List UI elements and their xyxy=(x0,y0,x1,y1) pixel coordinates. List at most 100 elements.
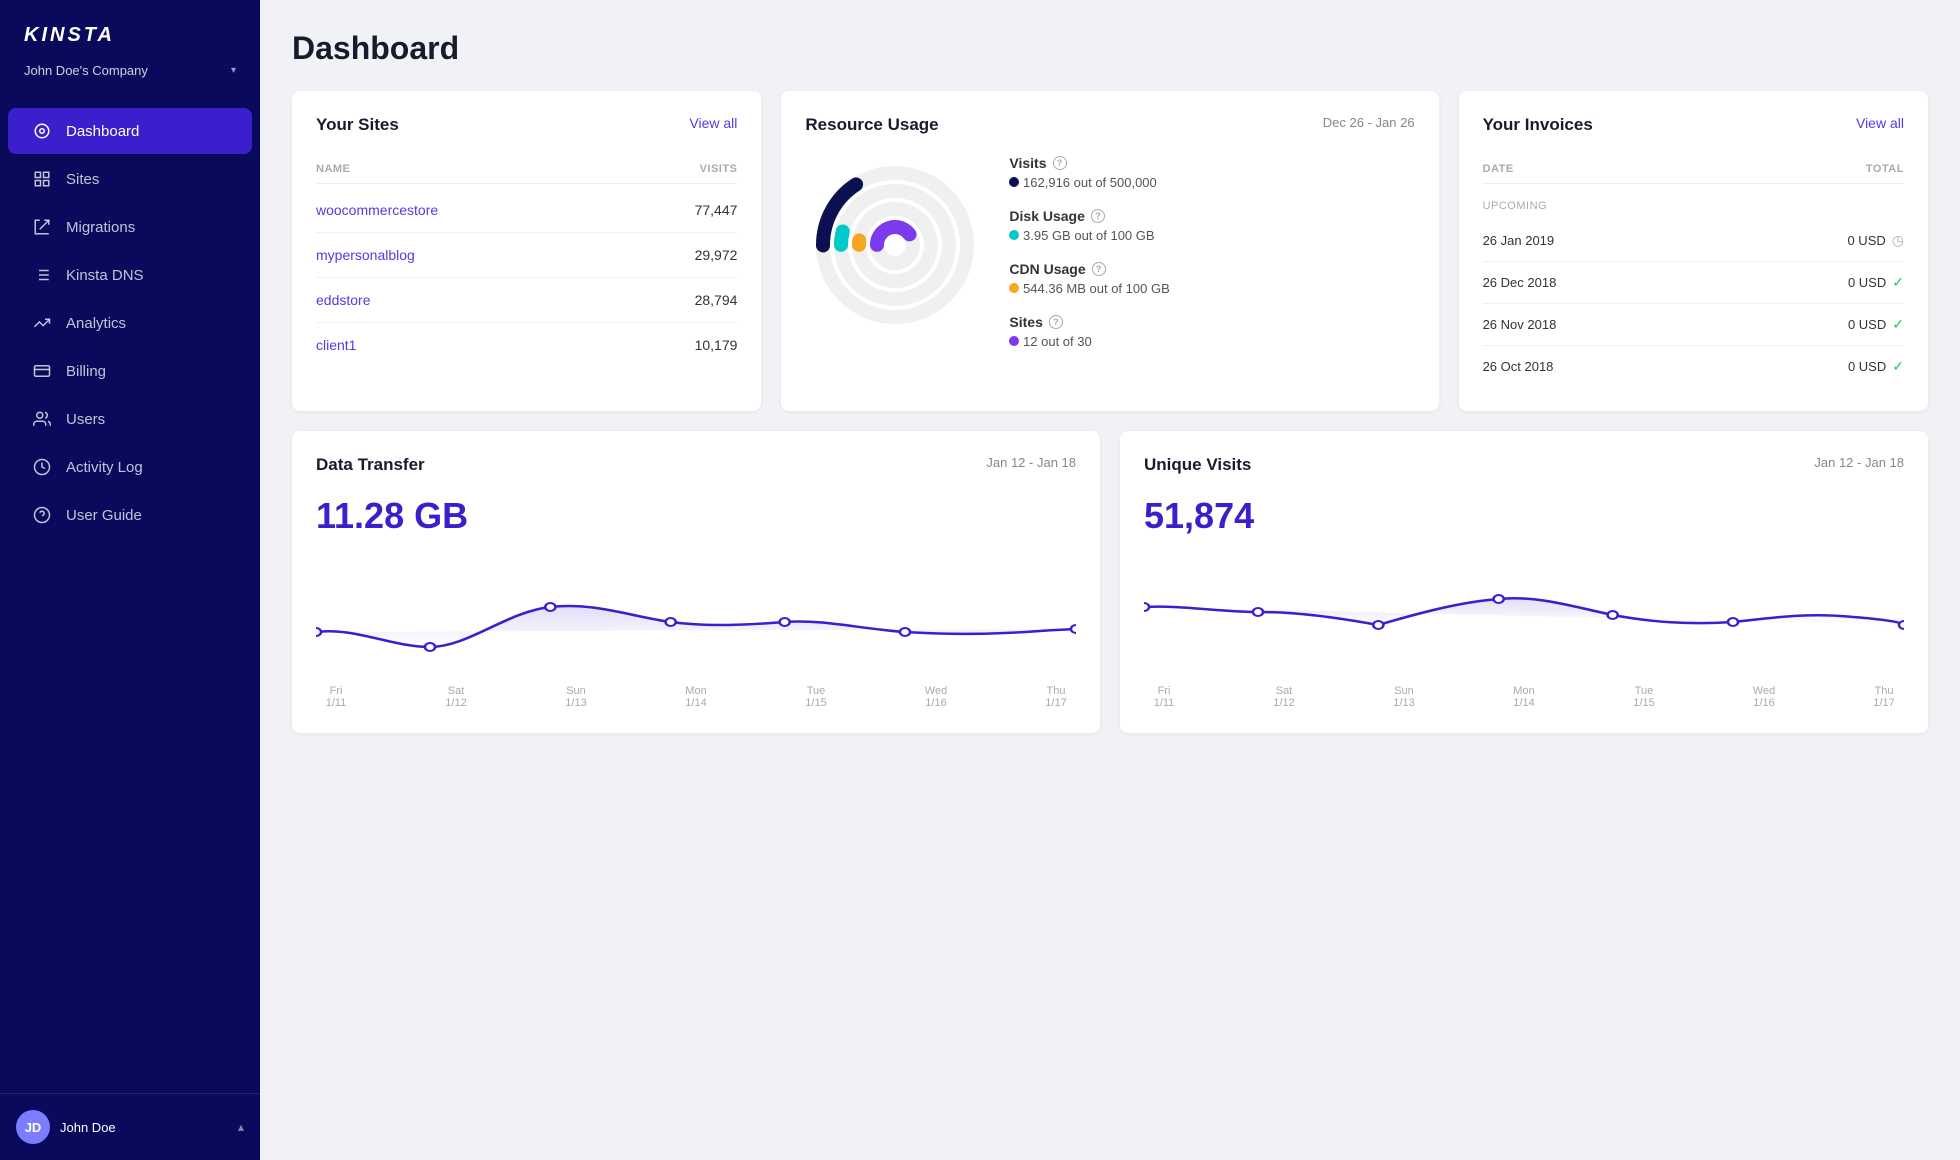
resource-legend: Visits ? 162,916 out of 500,000 Disk Usa… xyxy=(1009,155,1414,367)
x-label: Fri1/11 xyxy=(1144,685,1184,709)
sites-card-header: Your Sites View all xyxy=(316,115,737,135)
unique-visits-value: 51,874 xyxy=(1144,495,1904,537)
x-label: Wed1/16 xyxy=(1744,685,1784,709)
sidebar-item-activity-log[interactable]: Activity Log xyxy=(8,444,252,490)
upcoming-label: UPCOMING xyxy=(1483,188,1904,220)
col-date-label: DATE xyxy=(1483,163,1514,175)
site-link-woocommerce[interactable]: woocommercestore xyxy=(316,202,438,218)
visits-count: 28,794 xyxy=(695,292,738,308)
sites-card-title: Your Sites xyxy=(316,115,399,135)
legend-visits-title: Visits ? xyxy=(1009,155,1414,171)
unique-visits-svg xyxy=(1144,557,1904,677)
sites-view-all-link[interactable]: View all xyxy=(689,115,737,131)
sites-icon xyxy=(32,169,52,189)
sidebar: KINSTA John Doe's Company ▾ Dashboard Si… xyxy=(0,0,260,1160)
sidebar-item-user-guide[interactable]: User Guide xyxy=(8,492,252,538)
legend-cdn-value: 544.36 MB out of 100 GB xyxy=(1009,281,1414,296)
table-row: eddstore 28,794 xyxy=(316,278,737,323)
resource-date-range: Dec 26 - Jan 26 xyxy=(1323,115,1415,130)
upcoming-circle-icon: ◷ xyxy=(1892,232,1904,249)
migrations-icon xyxy=(32,217,52,237)
avatar: JD xyxy=(16,1110,50,1144)
sidebar-item-users[interactable]: Users xyxy=(8,396,252,442)
sites-dot xyxy=(1009,336,1019,346)
invoices-card-title: Your Invoices xyxy=(1483,115,1593,135)
invoice-row: 26 Jan 2019 0 USD ◷ xyxy=(1483,220,1904,262)
visits-count: 77,447 xyxy=(695,202,738,218)
invoices-view-all-link[interactable]: View all xyxy=(1856,115,1904,131)
col-total-label: TOTAL xyxy=(1866,163,1904,175)
disk-help-icon[interactable]: ? xyxy=(1091,209,1105,223)
invoice-date-4: 26 Oct 2018 xyxy=(1483,359,1554,374)
legend-cdn: CDN Usage ? 544.36 MB out of 100 GB xyxy=(1009,261,1414,296)
x-label: Sun1/13 xyxy=(556,685,596,709)
sidebar-item-billing[interactable]: Billing xyxy=(8,348,252,394)
x-label: Fri1/11 xyxy=(316,685,356,709)
invoice-amount-2: 0 USD xyxy=(1848,275,1886,290)
activity-log-icon xyxy=(32,457,52,477)
resource-usage-card: Resource Usage Dec 26 - Jan 26 xyxy=(781,91,1438,411)
page-title: Dashboard xyxy=(292,30,1928,67)
unique-visits-title: Unique Visits xyxy=(1144,455,1251,475)
x-label: Mon1/14 xyxy=(676,685,716,709)
visits-count: 29,972 xyxy=(695,247,738,263)
legend-sites-value: 12 out of 30 xyxy=(1009,334,1414,349)
x-label: Sat1/12 xyxy=(1264,685,1304,709)
site-link-eddstore[interactable]: eddstore xyxy=(316,292,370,308)
sites-card: Your Sites View all NAME VISITS woocomme… xyxy=(292,91,761,411)
invoice-total-wrap: 0 USD ✓ xyxy=(1848,316,1904,333)
brand-logo: KINSTA xyxy=(24,24,236,47)
data-transfer-chart xyxy=(316,557,1076,677)
legend-visits: Visits ? 162,916 out of 500,000 xyxy=(1009,155,1414,190)
sidebar-item-dashboard[interactable]: Dashboard xyxy=(8,108,252,154)
data-transfer-title: Data Transfer xyxy=(316,455,425,475)
user-guide-icon xyxy=(32,505,52,525)
invoice-total-wrap: 0 USD ◷ xyxy=(1847,232,1904,249)
x-label: Tue1/15 xyxy=(1624,685,1664,709)
x-label: Mon1/14 xyxy=(1504,685,1544,709)
unique-visits-x-axis: Fri1/11 Sat1/12 Sun1/13 Mon1/14 Tue1/15 … xyxy=(1144,685,1904,709)
data-transfer-date-range: Jan 12 - Jan 18 xyxy=(986,455,1076,470)
invoices-table-header: DATE TOTAL xyxy=(1483,155,1904,184)
legend-sites-title: Sites ? xyxy=(1009,314,1414,330)
x-label: Sun1/13 xyxy=(1384,685,1424,709)
bottom-cards-grid: Data Transfer Jan 12 - Jan 18 11.28 GB xyxy=(292,431,1928,733)
site-link-client1[interactable]: client1 xyxy=(316,337,356,353)
cdn-dot xyxy=(1009,283,1019,293)
legend-disk-value: 3.95 GB out of 100 GB xyxy=(1009,228,1414,243)
unique-visits-date-range: Jan 12 - Jan 18 xyxy=(1814,455,1904,470)
table-row: client1 10,179 xyxy=(316,323,737,367)
resource-card-header: Resource Usage Dec 26 - Jan 26 xyxy=(805,115,1414,135)
invoice-total-wrap: 0 USD ✓ xyxy=(1848,358,1904,375)
invoice-amount-3: 0 USD xyxy=(1848,317,1886,332)
resource-content: Visits ? 162,916 out of 500,000 Disk Usa… xyxy=(805,155,1414,367)
visits-count: 10,179 xyxy=(695,337,738,353)
invoice-amount-4: 0 USD xyxy=(1848,359,1886,374)
check-icon-3: ✓ xyxy=(1892,358,1904,375)
site-link-mypersonalblog[interactable]: mypersonalblog xyxy=(316,247,415,263)
analytics-icon xyxy=(32,313,52,333)
user-name: John Doe xyxy=(60,1120,116,1135)
sidebar-item-migrations[interactable]: Migrations xyxy=(8,204,252,250)
invoice-date-1: 26 Jan 2019 xyxy=(1483,233,1555,248)
sidebar-label-sites: Sites xyxy=(66,171,99,188)
sidebar-item-kinsta-dns[interactable]: Kinsta DNS xyxy=(8,252,252,298)
sidebar-item-analytics[interactable]: Analytics xyxy=(8,300,252,346)
invoices-card: Your Invoices View all DATE TOTAL UPCOMI… xyxy=(1459,91,1928,411)
sidebar-label-dashboard: Dashboard xyxy=(66,123,139,140)
invoice-date-2: 26 Dec 2018 xyxy=(1483,275,1557,290)
sites-help-icon[interactable]: ? xyxy=(1049,315,1063,329)
legend-cdn-title: CDN Usage ? xyxy=(1009,261,1414,277)
sidebar-label-analytics: Analytics xyxy=(66,315,126,332)
user-footer[interactable]: JD John Doe ▴ xyxy=(0,1093,260,1160)
cdn-help-icon[interactable]: ? xyxy=(1092,262,1106,276)
col-visits-label: VISITS xyxy=(700,163,738,175)
sidebar-item-sites[interactable]: Sites xyxy=(8,156,252,202)
dns-icon xyxy=(32,265,52,285)
main-content: Dashboard Your Sites View all NAME VISIT… xyxy=(260,0,1960,1160)
data-transfer-value: 11.28 GB xyxy=(316,495,1076,537)
company-selector[interactable]: John Doe's Company ▾ xyxy=(0,55,260,98)
visits-help-icon[interactable]: ? xyxy=(1053,156,1067,170)
invoice-amount-1: 0 USD xyxy=(1847,233,1885,248)
legend-sites: Sites ? 12 out of 30 xyxy=(1009,314,1414,349)
